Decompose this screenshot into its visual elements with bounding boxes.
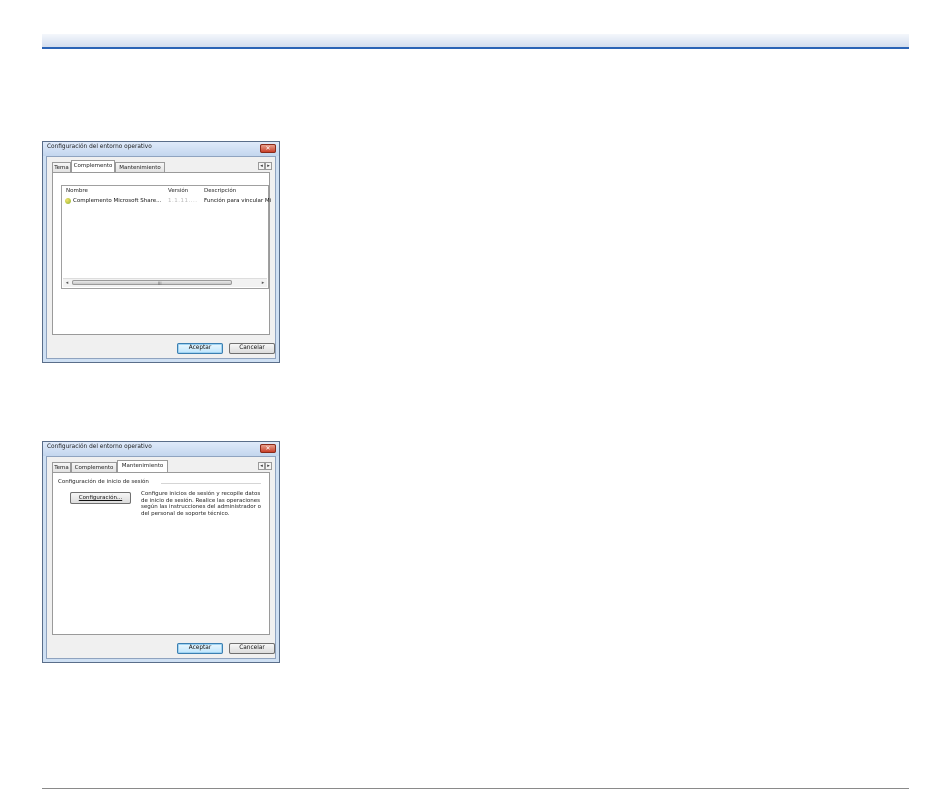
tab-scroll-arrows: ◂ ▸: [258, 462, 272, 470]
group-divider: [161, 483, 261, 484]
column-header-description[interactable]: Descripción: [204, 188, 236, 194]
list-header: Nombre Versión Descripción: [62, 186, 268, 196]
scroll-thumb[interactable]: III: [72, 280, 232, 286]
dialog-client: Tema Complemento Mantenimiento ◂ ▸ Nombr…: [46, 156, 276, 359]
tab-scroll-arrows: ◂ ▸: [258, 162, 272, 170]
tab-panel: Configuración de inicio de sesión Config…: [52, 472, 270, 635]
tab-scroll-left-icon[interactable]: ◂: [258, 162, 265, 170]
addin-list[interactable]: Nombre Versión Descripción Complemento M…: [61, 185, 272, 289]
addin-icon: [65, 198, 71, 204]
close-button[interactable]: ✕: [260, 444, 276, 453]
title-bar: Configuración del entorno operativo ✕: [43, 142, 279, 156]
title-bar: Configuración del entorno operativo ✕: [43, 442, 279, 456]
tab-complemento[interactable]: Complemento: [71, 160, 115, 172]
tab-mantenimiento[interactable]: Mantenimiento: [117, 460, 168, 472]
tab-tema[interactable]: Tema: [52, 162, 71, 172]
dialog-title: Configuración del entorno operativo: [47, 144, 152, 150]
footer-rule: [42, 788, 909, 789]
tab-scroll-right-icon[interactable]: ▸: [265, 462, 272, 470]
dialog-title: Configuración del entorno operativo: [47, 444, 152, 450]
close-icon: ✕: [265, 445, 271, 452]
login-settings-group-label: Configuración de inicio de sesión: [58, 479, 149, 485]
column-header-name[interactable]: Nombre: [66, 188, 88, 194]
scroll-left-icon[interactable]: ◂: [63, 279, 71, 287]
tab-tema[interactable]: Tema: [52, 462, 71, 472]
addin-version: 1.1.11....: [168, 198, 198, 204]
configuration-button-label: Configuración...: [78, 495, 123, 501]
addin-name: Complemento Microsoft Share...: [73, 198, 162, 204]
cancel-button[interactable]: Cancelar: [229, 643, 275, 654]
tab-panel: Nombre Versión Descripción Complemento M…: [52, 172, 272, 335]
settings-dialog-complemento: Configuración del entorno operativo ✕ Te…: [42, 141, 280, 363]
login-settings-description: Configure inicios de sesión y recopile d…: [141, 491, 261, 517]
header-band: [42, 34, 909, 49]
tab-complemento[interactable]: Complemento: [71, 462, 117, 472]
column-header-version[interactable]: Versión: [168, 188, 188, 194]
dialog-client: Tema Complemento Mantenimiento ◂ ▸ Confi…: [46, 456, 276, 659]
scroll-grip-icon: III: [158, 281, 162, 286]
ok-button[interactable]: Aceptar: [177, 343, 223, 354]
close-button[interactable]: ✕: [260, 144, 276, 153]
close-icon: ✕: [265, 145, 271, 152]
ok-button[interactable]: Aceptar: [177, 643, 223, 654]
horizontal-scrollbar[interactable]: ◂ III ▸: [63, 278, 267, 287]
tab-scroll-left-icon[interactable]: ◂: [258, 462, 265, 470]
settings-dialog-mantenimiento: Configuración del entorno operativo ✕ Te…: [42, 441, 280, 663]
tab-mantenimiento[interactable]: Mantenimiento: [115, 162, 165, 172]
list-item[interactable]: Complemento Microsoft Share... 1.1.11...…: [62, 197, 272, 206]
tab-scroll-right-icon[interactable]: ▸: [265, 162, 272, 170]
scroll-right-icon[interactable]: ▸: [259, 279, 267, 287]
addin-description: Función para vincular Mi: [204, 198, 272, 204]
cancel-button[interactable]: Cancelar: [229, 343, 275, 354]
configuration-button[interactable]: Configuración...: [70, 492, 131, 504]
